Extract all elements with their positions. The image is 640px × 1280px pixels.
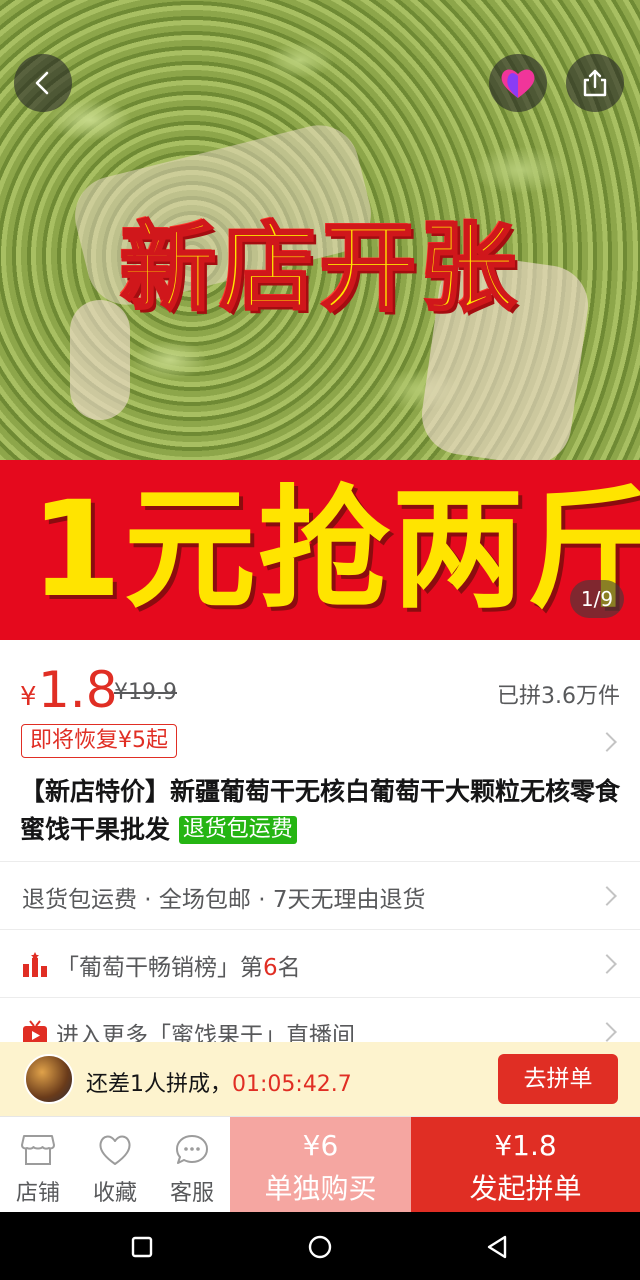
price-restore-tag[interactable]: 即将恢复¥5起 [21, 724, 177, 758]
favorite-label: 收藏 [92, 1181, 137, 1206]
promo-banner-text: 1元抢两斤 [30, 473, 640, 627]
share-icon [583, 69, 607, 97]
ranking-text: 「葡萄干畅销榜」第6名 [56, 948, 301, 982]
buy-alone-button[interactable]: ¥6 单独购买 [230, 1117, 411, 1213]
store-label: 店铺 [15, 1181, 60, 1206]
join-group-button[interactable]: 去拼单 [498, 1054, 618, 1104]
group-countdown: 01:05:42.7 [232, 1072, 352, 1097]
product-title: 【新店特价】新疆葡萄干无核白葡萄干大颗粒无核零食蜜饯干果批发 退货包运费 [20, 773, 620, 849]
customer-service-button[interactable]: 客服 [154, 1117, 230, 1213]
group-buy-bar: 还差1人拼成，01:05:42.7 去拼单 [0, 1042, 640, 1116]
current-price: 1.8 [38, 661, 118, 719]
promo-banner: 1元抢两斤 [0, 460, 640, 640]
solo-label: 单独购买 [264, 1172, 377, 1205]
home-icon[interactable] [305, 1232, 335, 1262]
service-guarantees: 退货包运费 · 全场包邮 · 7天无理由退货 [22, 887, 426, 913]
chevron-right-icon [597, 954, 617, 974]
hero-headline: 新店开张 [119, 211, 520, 326]
group-price: ¥1.8 [494, 1129, 557, 1162]
price-row: ¥ 1.8 ¥19.9 已拼3.6万件 [20, 660, 620, 719]
share-button[interactable] [566, 54, 624, 112]
product-image-carousel[interactable]: 新店开张 1元抢两斤 [0, 0, 640, 640]
solo-price: ¥6 [302, 1129, 339, 1162]
favorite-app-button[interactable] [489, 54, 547, 112]
chat-bubble-icon [176, 1135, 208, 1164]
currency-symbol: ¥ [20, 682, 37, 712]
avatar [24, 1054, 74, 1104]
system-navigation-bar [0, 1212, 640, 1280]
back-arrow-icon [35, 71, 49, 95]
chevron-right-icon [597, 1022, 617, 1042]
chevron-right-icon [597, 886, 617, 906]
image-counter: 1/9 [570, 580, 624, 618]
rank-chart-icon [23, 952, 47, 977]
favorite-button[interactable]: 收藏 [77, 1117, 153, 1213]
back-nav-icon[interactable] [483, 1232, 513, 1262]
group-status: 还差1人拼成，01:05:42.7 [86, 1066, 352, 1098]
group-status-text: 还差1人拼成， [86, 1072, 232, 1097]
sold-count: 已拼3.6万件 [497, 684, 620, 709]
recents-icon[interactable] [127, 1232, 157, 1262]
back-button[interactable] [14, 54, 72, 112]
chevron-right-icon[interactable] [597, 732, 617, 752]
service-row[interactable]: 退货包运费 · 全场包邮 · 7天无理由退货 [0, 861, 640, 929]
heart-logo-icon [501, 69, 535, 98]
store-icon [21, 1135, 55, 1165]
return-shipping-tag: 退货包运费 [178, 816, 297, 844]
group-label: 发起拼单 [469, 1172, 582, 1205]
original-price: ¥19.9 [114, 680, 177, 705]
start-group-buy-button[interactable]: ¥1.8 发起拼单 [411, 1117, 640, 1213]
bottom-action-bar: 店铺 收藏 客服 ¥6 单独购买 ¥1.8 发起拼单 [0, 1116, 640, 1213]
ranking-suffix: 名 [277, 955, 301, 981]
ranking-row[interactable]: 「葡萄干畅销榜」第6名 [0, 929, 640, 997]
service-label: 客服 [169, 1181, 214, 1206]
store-button[interactable]: 店铺 [0, 1117, 76, 1213]
heart-outline-icon [99, 1135, 131, 1165]
product-title-text: 【新店特价】新疆葡萄干无核白葡萄干大颗粒无核零食蜜饯干果批发 [20, 777, 621, 844]
ranking-prefix: 「葡萄干畅销榜」第 [56, 955, 263, 981]
ranking-number: 6 [263, 955, 278, 981]
